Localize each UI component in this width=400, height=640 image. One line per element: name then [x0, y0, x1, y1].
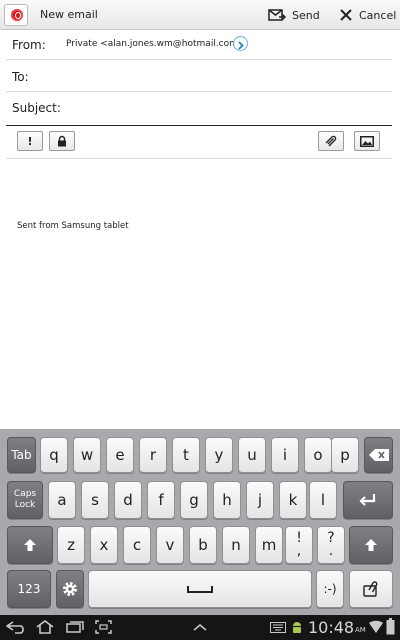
key-v[interactable]: v — [156, 526, 184, 564]
close-icon — [340, 9, 352, 21]
enter-key[interactable] — [343, 481, 393, 519]
key-u[interactable]: u — [238, 437, 266, 473]
clipboard-key[interactable] — [349, 570, 393, 608]
image-icon — [360, 135, 374, 147]
key-m[interactable]: m — [255, 526, 283, 564]
caps-lock-label-bottom: Lock — [14, 500, 36, 510]
key-o[interactable]: o — [304, 437, 332, 473]
status-clock: 10:48 — [308, 618, 355, 637]
to-label: To: — [12, 70, 29, 84]
from-account-value[interactable]: Private <alan.jones.wm@hotmail.com> — [66, 39, 245, 49]
keyboard: Tab q w e r t y u i o p Caps Lock a s d … — [0, 429, 400, 615]
attach-button[interactable] — [318, 131, 344, 151]
key-i[interactable]: i — [271, 437, 299, 473]
lock-icon — [58, 135, 66, 147]
key-y[interactable]: y — [205, 437, 233, 473]
key-question-period[interactable]: ? . — [317, 526, 345, 564]
keyboard-status-icon — [270, 622, 286, 633]
key-f[interactable]: f — [147, 481, 175, 519]
key-z[interactable]: z — [57, 526, 85, 564]
from-label: From: — [12, 38, 46, 52]
key-g[interactable]: g — [180, 481, 208, 519]
caps-lock-key[interactable]: Caps Lock — [7, 481, 43, 519]
space-key[interactable] — [88, 570, 312, 608]
battery-icon — [386, 618, 395, 635]
send-button[interactable]: Send — [268, 4, 320, 26]
key-x[interactable]: x — [90, 526, 118, 564]
key-t[interactable]: t — [172, 437, 200, 473]
subject-row[interactable]: Subject: — [6, 92, 392, 126]
to-row[interactable]: To: — [6, 60, 392, 92]
cancel-button[interactable]: Cancel — [340, 4, 396, 26]
send-icon — [268, 9, 286, 21]
key-q[interactable]: q — [40, 437, 68, 473]
priority-icon: ! — [27, 134, 33, 148]
account-selector-button[interactable] — [233, 36, 248, 51]
key-e[interactable]: e — [106, 437, 134, 473]
space-icon — [187, 586, 213, 593]
paperclip-icon — [325, 135, 337, 147]
shift-key-right[interactable] — [349, 526, 393, 564]
chevron-right-icon — [238, 41, 244, 50]
key-exclaim-comma[interactable]: ! , — [285, 526, 313, 564]
send-label: Send — [292, 8, 320, 22]
key-j[interactable]: j — [246, 481, 274, 519]
insert-image-button[interactable] — [354, 131, 380, 151]
tab-key[interactable]: Tab — [7, 437, 36, 473]
chevron-up-icon[interactable] — [193, 624, 207, 631]
android-debug-icon — [293, 622, 301, 633]
shift-icon — [24, 539, 36, 551]
key-k[interactable]: k — [279, 481, 307, 519]
subject-label: Subject: — [12, 101, 61, 115]
key-b[interactable]: b — [189, 526, 217, 564]
gear-icon — [63, 582, 77, 596]
key-period-label: . — [328, 543, 334, 559]
screenshot-icon[interactable] — [95, 620, 112, 634]
from-row: From: Private <alan.jones.wm@hotmail.com… — [6, 30, 392, 60]
key-a[interactable]: a — [48, 481, 76, 519]
key-s[interactable]: s — [81, 481, 109, 519]
priority-button[interactable]: ! — [17, 131, 43, 151]
backspace-key[interactable] — [364, 437, 393, 473]
key-p[interactable]: p — [331, 437, 359, 473]
settings-key[interactable] — [56, 570, 84, 608]
shift-icon — [365, 539, 377, 551]
caps-lock-label-top: Caps — [13, 489, 37, 499]
key-comma-label: , — [296, 543, 302, 559]
clipboard-icon — [363, 581, 378, 597]
security-button[interactable] — [49, 131, 75, 151]
key-n[interactable]: n — [222, 526, 250, 564]
key-d[interactable]: d — [114, 481, 142, 519]
page-title: New email — [40, 8, 98, 21]
compose-toolbar: ! — [6, 126, 392, 159]
numbers-key[interactable]: 123 — [7, 570, 51, 608]
key-l[interactable]: l — [309, 481, 337, 519]
key-h[interactable]: h — [213, 481, 241, 519]
shift-key-left[interactable] — [7, 526, 53, 564]
email-app-icon[interactable] — [4, 4, 28, 26]
back-icon[interactable] — [6, 621, 28, 634]
system-navigation-bar: 10:48 AM — [0, 615, 400, 640]
key-c[interactable]: c — [123, 526, 151, 564]
cancel-label: Cancel — [359, 8, 397, 22]
smiley-key[interactable]: :-) — [316, 570, 344, 608]
backspace-icon — [368, 449, 389, 461]
action-bar: New email Send Cancel — [0, 0, 400, 30]
home-icon[interactable] — [36, 620, 54, 634]
status-ampm: AM — [355, 626, 366, 634]
email-signature[interactable]: Sent from Samsung tablet — [17, 221, 129, 231]
key-r[interactable]: r — [139, 437, 167, 473]
enter-icon — [359, 494, 376, 506]
wifi-icon — [369, 620, 383, 633]
key-w[interactable]: w — [73, 437, 101, 473]
recent-apps-icon[interactable] — [66, 621, 84, 633]
